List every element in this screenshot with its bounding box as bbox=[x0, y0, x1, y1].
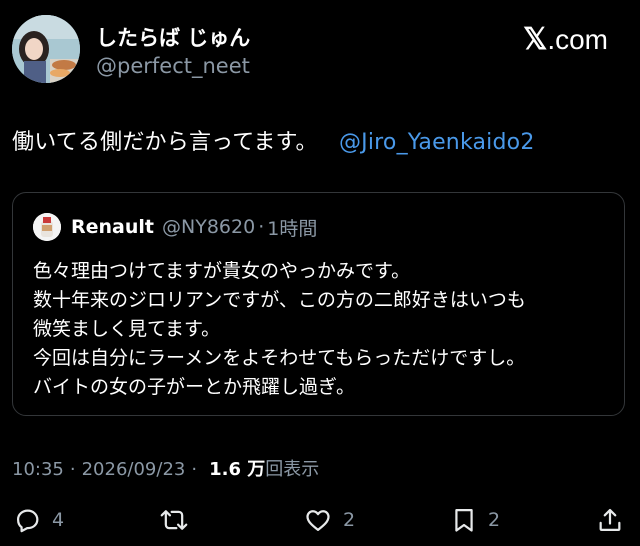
author-display-name[interactable]: したらば じゅん bbox=[96, 22, 250, 52]
quoted-time: 1時間 bbox=[267, 217, 318, 240]
action-bar: 4 2 2 bbox=[0, 500, 640, 540]
reply-count: 4 bbox=[52, 509, 65, 531]
avatar-image bbox=[12, 15, 80, 83]
reply-icon bbox=[16, 509, 39, 533]
quoted-author-avatar bbox=[33, 213, 61, 241]
quoted-tweet-text: 色々理由つけてますが貴女のやっかみです。 数十年来のジロリアンですが、この方の二… bbox=[33, 257, 526, 402]
tweet-body: 働いてる側だから言ってます。 @Jiro_Yaenkaido2 bbox=[12, 124, 535, 156]
tweet-text: 働いてる側だから言ってます。 bbox=[12, 130, 318, 155]
bookmark-count: 2 bbox=[488, 509, 501, 531]
quoted-line: バイトの女の子がーとか飛躍し過ぎ。 bbox=[33, 376, 356, 398]
like-count: 2 bbox=[343, 509, 356, 531]
quoted-line: 微笑ましく見てます。 bbox=[33, 318, 221, 340]
reply-button[interactable]: 4 bbox=[14, 500, 64, 540]
repost-button[interactable] bbox=[158, 500, 200, 540]
tweet-header: したらば じゅん @perfect_neet 𝕏 .com bbox=[0, 0, 640, 100]
tweet-time[interactable]: 10:35 bbox=[12, 459, 64, 480]
share-button[interactable] bbox=[596, 500, 624, 540]
quoted-line: 今回は自分にラーメンをよそわせてもらっただけですし。 bbox=[33, 347, 526, 369]
views-label: 回表示 bbox=[265, 459, 320, 480]
meta-separator: · bbox=[69, 459, 76, 480]
quoted-line: 数十年来のジロリアンですが、この方の二郎好きはいつも bbox=[33, 289, 526, 311]
x-logo-icon: 𝕏 bbox=[523, 23, 548, 56]
quoted-author-handle: @NY8620 bbox=[162, 216, 256, 238]
quoted-line: 色々理由つけてますが貴女のやっかみです。 bbox=[33, 260, 411, 282]
quoted-author-name: Renault bbox=[71, 216, 154, 238]
tweet-meta: 10:35 · 2026/09/23 · 1.6 万 回表示 bbox=[12, 455, 319, 481]
author-avatar[interactable] bbox=[12, 15, 80, 83]
quoted-avatar-image bbox=[33, 213, 61, 241]
bookmark-button[interactable]: 2 bbox=[450, 500, 500, 540]
mention-link[interactable]: @Jiro_Yaenkaido2 bbox=[339, 130, 535, 155]
quoted-tweet[interactable]: Renault @NY8620 · 1時間 色々理由つけてますが貴女のやっかみで… bbox=[12, 192, 625, 416]
heart-icon bbox=[306, 510, 330, 532]
x-logo: 𝕏 .com bbox=[523, 22, 608, 57]
quoted-separator: · bbox=[258, 216, 265, 238]
views-count: 1.6 万 bbox=[209, 459, 266, 480]
share-icon bbox=[599, 508, 621, 532]
quoted-tweet-header: Renault @NY8620 · 1時間 bbox=[33, 213, 317, 241]
x-logo-text: .com bbox=[547, 23, 608, 55]
bookmark-icon bbox=[455, 508, 473, 532]
like-button[interactable]: 2 bbox=[303, 500, 355, 540]
meta-separator: · bbox=[191, 459, 198, 480]
tweet-date[interactable]: 2026/09/23 bbox=[82, 459, 186, 480]
repost-icon bbox=[160, 510, 188, 530]
author-handle[interactable]: @perfect_neet bbox=[96, 54, 250, 78]
